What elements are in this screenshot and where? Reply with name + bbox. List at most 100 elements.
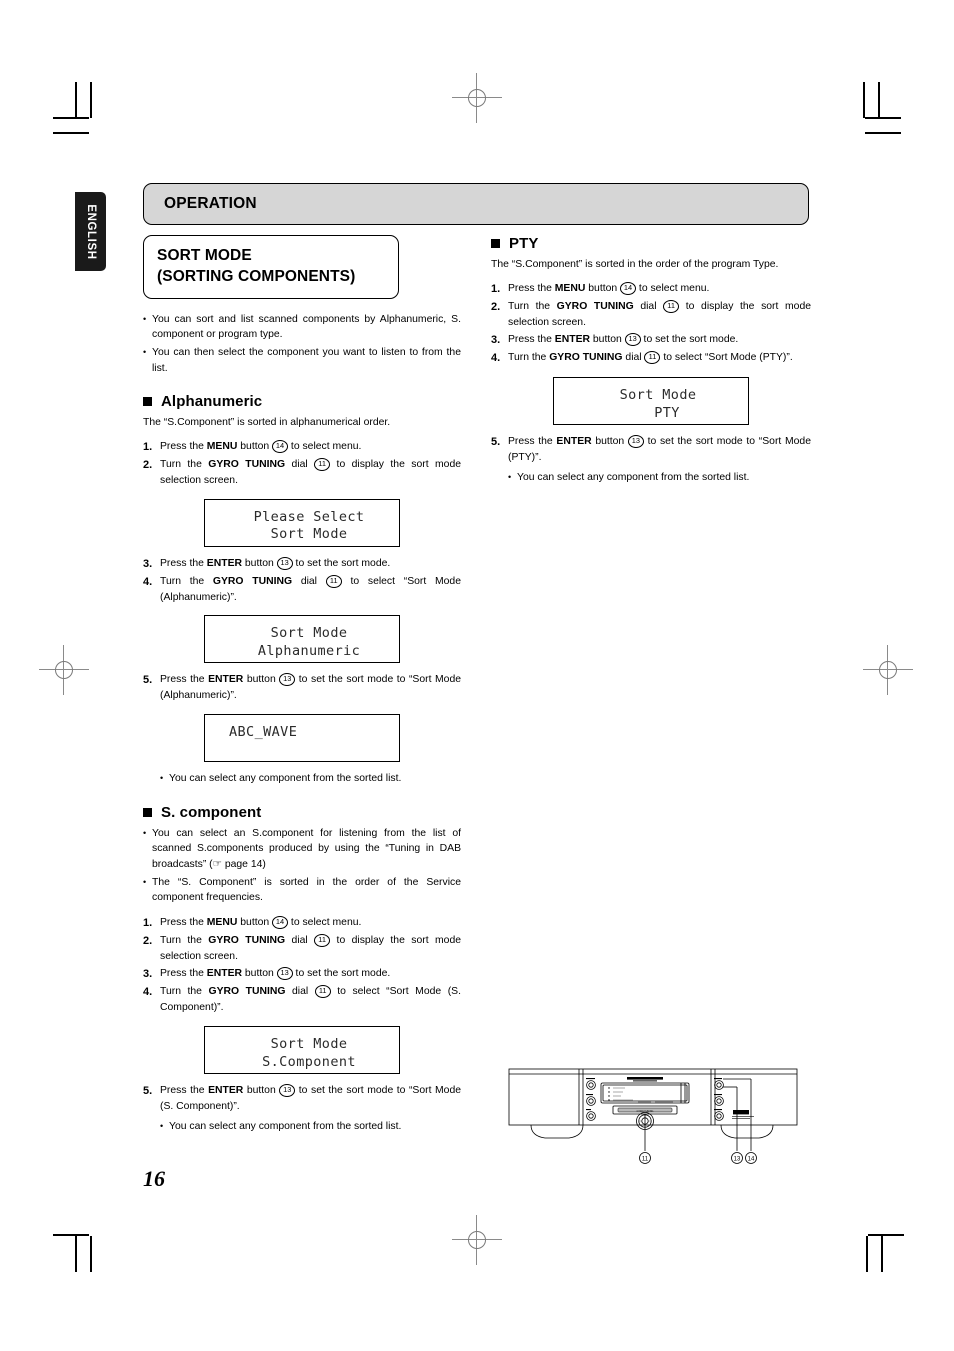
callout-number: 13 bbox=[279, 1083, 296, 1097]
step-item: 3. Press the ENTER button 13 to set the … bbox=[143, 966, 461, 983]
step-text: Press the ENTER button 13 to set the sor… bbox=[160, 967, 391, 981]
callout-number: 14 bbox=[620, 281, 637, 295]
device-illustration: GYRO TUNING 11 13 14 bbox=[508, 1068, 798, 1164]
bullet-dot: • bbox=[143, 876, 147, 887]
step-text: Press the ENTER button 13 to set the sor… bbox=[160, 556, 391, 570]
lcd-display-sort-mode-pty: Sort Mode PTY bbox=[553, 376, 749, 425]
s-component-bullet: • The “S. Component” is sorted in the or… bbox=[143, 875, 461, 906]
callout-13: 13 bbox=[731, 1152, 743, 1164]
step-number: 5. bbox=[143, 674, 153, 687]
callout-number: 13 bbox=[276, 967, 293, 981]
step-number: 4. bbox=[143, 575, 153, 588]
step-item: 2. Turn the GYRO TUNING dial 11 to displ… bbox=[143, 933, 461, 965]
page-title-line1: SORT MODE bbox=[157, 247, 252, 264]
section-heading-label: PTY bbox=[509, 235, 539, 252]
lcd-display-abc-wave: ABC_WAVE bbox=[204, 714, 400, 763]
step-item: 4. Turn the GYRO TUNING dial 11 to selec… bbox=[491, 350, 811, 367]
lcd-display-wrapper: Sort Mode S.Component bbox=[143, 1025, 461, 1074]
step-text: Turn the GYRO TUNING dial 11 to select “… bbox=[508, 351, 793, 365]
square-bullet-icon bbox=[143, 807, 152, 817]
step-item: 4. Turn the GYRO TUNING dial 11 to selec… bbox=[143, 574, 461, 606]
square-bullet-icon bbox=[143, 397, 152, 407]
intro-bullet: • You can then select the component you … bbox=[143, 345, 461, 376]
svg-text:11: 11 bbox=[642, 1157, 649, 1163]
step-text: Press the ENTER button 13 to set the sor… bbox=[508, 434, 811, 463]
bullet-dot: • bbox=[508, 471, 512, 482]
device-front-panel-diagram: GYRO TUNING 11 13 14 bbox=[505, 1063, 805, 1173]
intro-bullet-text: You can then select the component you wa… bbox=[152, 346, 461, 374]
s-component-bullet-text: You can select an S.component for listen… bbox=[152, 827, 461, 870]
lcd-line-2: Sort Mode bbox=[270, 526, 348, 543]
step-number: 2. bbox=[143, 934, 153, 947]
section-heading-label: S. component bbox=[161, 803, 262, 821]
lcd-display-wrapper: Sort Mode Alphanumeric bbox=[143, 615, 461, 664]
lcd-line-2: PTY bbox=[654, 404, 680, 421]
callout-14: 14 bbox=[745, 1152, 757, 1164]
square-bullet-icon bbox=[491, 239, 500, 248]
lcd-display-sort-mode-s-component: Sort Mode S.Component bbox=[204, 1025, 400, 1074]
bullet-dot: • bbox=[143, 313, 147, 324]
step-number: 5. bbox=[143, 1084, 153, 1097]
step-number: 2. bbox=[143, 459, 153, 472]
lcd-line-2: S.Component bbox=[262, 1053, 356, 1070]
callout-number: 14 bbox=[272, 915, 289, 929]
lcd-display-wrapper: Please Select Sort Mode bbox=[143, 498, 461, 547]
step-text: Turn the GYRO TUNING dial 11 to display … bbox=[508, 299, 811, 328]
note-item: • You can select any component from the … bbox=[160, 1119, 461, 1135]
bullet-dot: • bbox=[143, 346, 147, 357]
callout-number: 13 bbox=[624, 332, 641, 346]
step-number: 1. bbox=[143, 916, 153, 929]
callout-number: 13 bbox=[627, 434, 644, 448]
svg-text:13: 13 bbox=[734, 1157, 741, 1163]
step-number: 4. bbox=[143, 986, 153, 999]
section-banner-label: OPERATION bbox=[164, 195, 257, 212]
language-tab-label: ENGLISH bbox=[84, 203, 97, 260]
step-number: 5. bbox=[491, 435, 501, 448]
lcd-line-1: ABC_WAVE bbox=[229, 724, 298, 741]
section-banner: OPERATION bbox=[143, 183, 809, 225]
step-text: Press the MENU button 14 to select menu. bbox=[160, 915, 362, 929]
step-text: Turn the GYRO TUNING dial 11 to display … bbox=[160, 933, 461, 962]
step-text: Turn the GYRO TUNING dial 11 to select “… bbox=[160, 574, 461, 603]
bullet-dot: • bbox=[160, 1120, 164, 1131]
step-number: 3. bbox=[143, 557, 153, 570]
pty-lead: The “S.Component” is sorted in the order… bbox=[491, 259, 779, 270]
note-text: You can select any component from the so… bbox=[517, 471, 750, 483]
bullet-dot: • bbox=[143, 827, 147, 838]
step-number: 1. bbox=[491, 282, 501, 295]
step-text: Press the MENU button 14 to select menu. bbox=[508, 281, 710, 295]
callout-11: 11 bbox=[639, 1152, 651, 1164]
lcd-display-wrapper: ABC_WAVE bbox=[143, 714, 461, 763]
step-item: 2. Turn the GYRO TUNING dial 11 to displ… bbox=[491, 299, 811, 331]
step-text: Press the ENTER button 13 to set the sor… bbox=[508, 332, 739, 346]
lcd-line-1: Sort Mode bbox=[619, 386, 697, 403]
callout-number: 11 bbox=[314, 985, 331, 999]
section-heading-label: Alphanumeric bbox=[161, 393, 263, 411]
intro-bullet-text: You can sort and list scanned components… bbox=[152, 313, 461, 341]
step-text: Turn the GYRO TUNING dial 11 to select “… bbox=[160, 985, 461, 1014]
callout-number: 11 bbox=[314, 458, 331, 472]
step-text: Press the ENTER button 13 to set the sor… bbox=[160, 1083, 461, 1112]
bullet-dot: • bbox=[160, 773, 164, 784]
step-item: 5. Press the ENTER button 13 to set the … bbox=[143, 1083, 461, 1115]
callout-number: 11 bbox=[314, 933, 331, 947]
step-number: 3. bbox=[491, 333, 501, 346]
step-item: 1. Press the MENU button 14 to select me… bbox=[143, 915, 461, 932]
step-text: Turn the GYRO TUNING dial 11 to display … bbox=[160, 458, 461, 486]
step-item: 4. Turn the GYRO TUNING dial 11 to selec… bbox=[143, 984, 461, 1016]
intro-bullet: • You can sort and list scanned componen… bbox=[143, 312, 461, 343]
callout-number: 13 bbox=[279, 673, 296, 687]
step-item: 3. Press the ENTER button 13 to set the … bbox=[491, 332, 811, 349]
step-item: 1. Press the MENU button 14 to select me… bbox=[491, 281, 811, 298]
step-item: 2. Turn the GYRO TUNING dial 11 to displ… bbox=[143, 457, 461, 489]
section-heading-alphanumeric: Alphanumeric bbox=[143, 393, 461, 410]
step-number: 4. bbox=[491, 352, 501, 365]
svg-text:GYRO TUNING: GYRO TUNING bbox=[637, 1110, 654, 1113]
step-item: 3. Press the ENTER button 13 to set the … bbox=[143, 556, 461, 573]
section-heading-s-component: S. component bbox=[143, 804, 461, 821]
lcd-display-wrapper: Sort Mode PTY bbox=[491, 376, 811, 425]
callout-number: 11 bbox=[325, 574, 342, 588]
step-number: 2. bbox=[491, 300, 501, 313]
note-text: You can select any component from the so… bbox=[169, 1120, 402, 1132]
lcd-display-please-select: Please Select Sort Mode bbox=[204, 498, 400, 547]
